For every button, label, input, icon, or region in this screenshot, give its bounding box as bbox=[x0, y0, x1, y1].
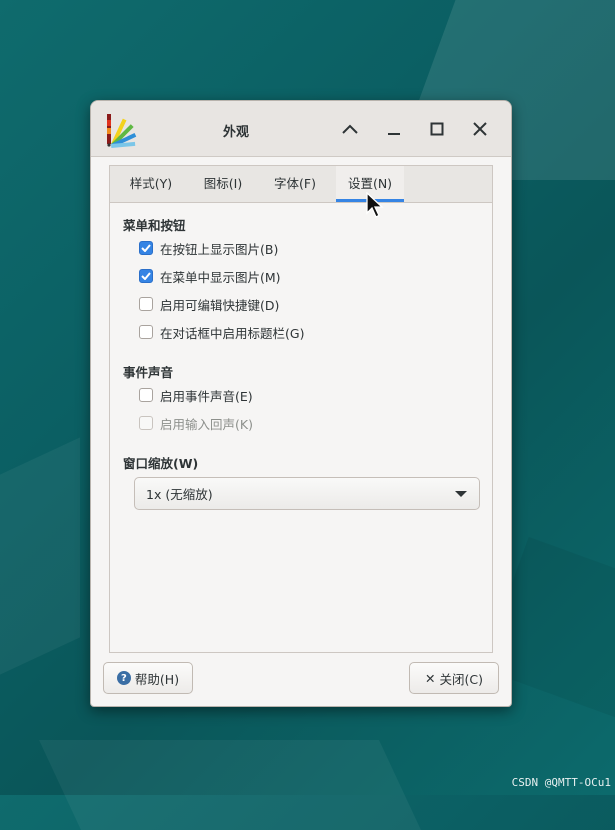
checkbox-label: 在对话框中启用标题栏(G) bbox=[160, 325, 305, 341]
combo-selected-value: 1x (无缩放) bbox=[146, 487, 213, 502]
help-button[interactable]: ? 帮助(H) bbox=[103, 662, 193, 694]
checkbox-unchecked[interactable] bbox=[139, 388, 153, 402]
check-show-button-images[interactable]: 在按钮上显示图片(B) bbox=[139, 239, 278, 257]
section-title-menus-buttons: 菜单和按钮 bbox=[123, 218, 186, 233]
minimize-icon bbox=[388, 133, 400, 135]
watermark: CSDN @QMTT-OCu1 bbox=[511, 776, 611, 789]
desktop-shape bbox=[0, 437, 80, 703]
window-up-button[interactable] bbox=[338, 117, 362, 141]
appearance-window: 外观 样式(Y) 图标(I) 字体(F) 设置(N) 菜单和按钮 在按钮上显示图… bbox=[90, 100, 512, 707]
checkmark-icon bbox=[141, 272, 151, 280]
tab-icons[interactable]: 图标(I) bbox=[194, 166, 252, 202]
close-icon: ✕ bbox=[425, 670, 436, 686]
checkbox-unchecked[interactable] bbox=[139, 297, 153, 311]
desktop-shape bbox=[39, 740, 421, 830]
close-button[interactable]: ✕ 关闭(C) bbox=[409, 662, 499, 694]
checkbox-checked[interactable] bbox=[139, 269, 153, 283]
settings-notebook: 样式(Y) 图标(I) 字体(F) 设置(N) 菜单和按钮 在按钮上显示图片(B… bbox=[109, 165, 493, 653]
checkbox-label: 在菜单中显示图片(M) bbox=[160, 269, 281, 285]
tab-bar: 样式(Y) 图标(I) 字体(F) 设置(N) bbox=[110, 166, 492, 203]
checkbox-label: 启用可编辑快捷键(D) bbox=[160, 297, 280, 313]
section-title-window-scaling: 窗口缩放(W) bbox=[123, 456, 199, 471]
checkbox-checked[interactable] bbox=[139, 241, 153, 255]
checkbox-unchecked[interactable] bbox=[139, 325, 153, 339]
chevron-up-icon bbox=[342, 124, 358, 134]
checkbox-label: 在按钮上显示图片(B) bbox=[160, 241, 279, 257]
checkbox-disabled bbox=[139, 416, 153, 430]
check-dialog-header-bar[interactable]: 在对话框中启用标题栏(G) bbox=[139, 323, 304, 341]
dropdown-arrow-icon bbox=[455, 491, 467, 497]
mouse-pointer-icon bbox=[366, 191, 384, 222]
check-input-feedback-sounds: 启用输入回声(K) bbox=[139, 414, 253, 432]
check-event-sounds[interactable]: 启用事件声音(E) bbox=[139, 386, 253, 404]
maximize-button[interactable] bbox=[425, 117, 449, 141]
window-scaling-combo[interactable]: 1x (无缩放) bbox=[134, 477, 480, 510]
help-icon: ? bbox=[116, 671, 131, 685]
checkmark-icon bbox=[141, 244, 151, 252]
check-show-menu-images[interactable]: 在菜单中显示图片(M) bbox=[139, 267, 281, 285]
section-title-event-sounds: 事件声音 bbox=[123, 365, 174, 380]
checkbox-label: 启用输入回声(K) bbox=[160, 416, 253, 432]
titlebar[interactable]: 外观 bbox=[91, 101, 511, 157]
minimize-button[interactable] bbox=[382, 117, 406, 141]
close-window-button[interactable] bbox=[468, 117, 492, 141]
checkbox-label: 启用事件声音(E) bbox=[160, 388, 253, 404]
tab-fonts[interactable]: 字体(F) bbox=[264, 166, 326, 202]
check-editable-accels[interactable]: 启用可编辑快捷键(D) bbox=[139, 295, 279, 313]
tab-style[interactable]: 样式(Y) bbox=[118, 166, 184, 202]
close-icon bbox=[473, 122, 487, 136]
maximize-icon bbox=[430, 122, 444, 136]
